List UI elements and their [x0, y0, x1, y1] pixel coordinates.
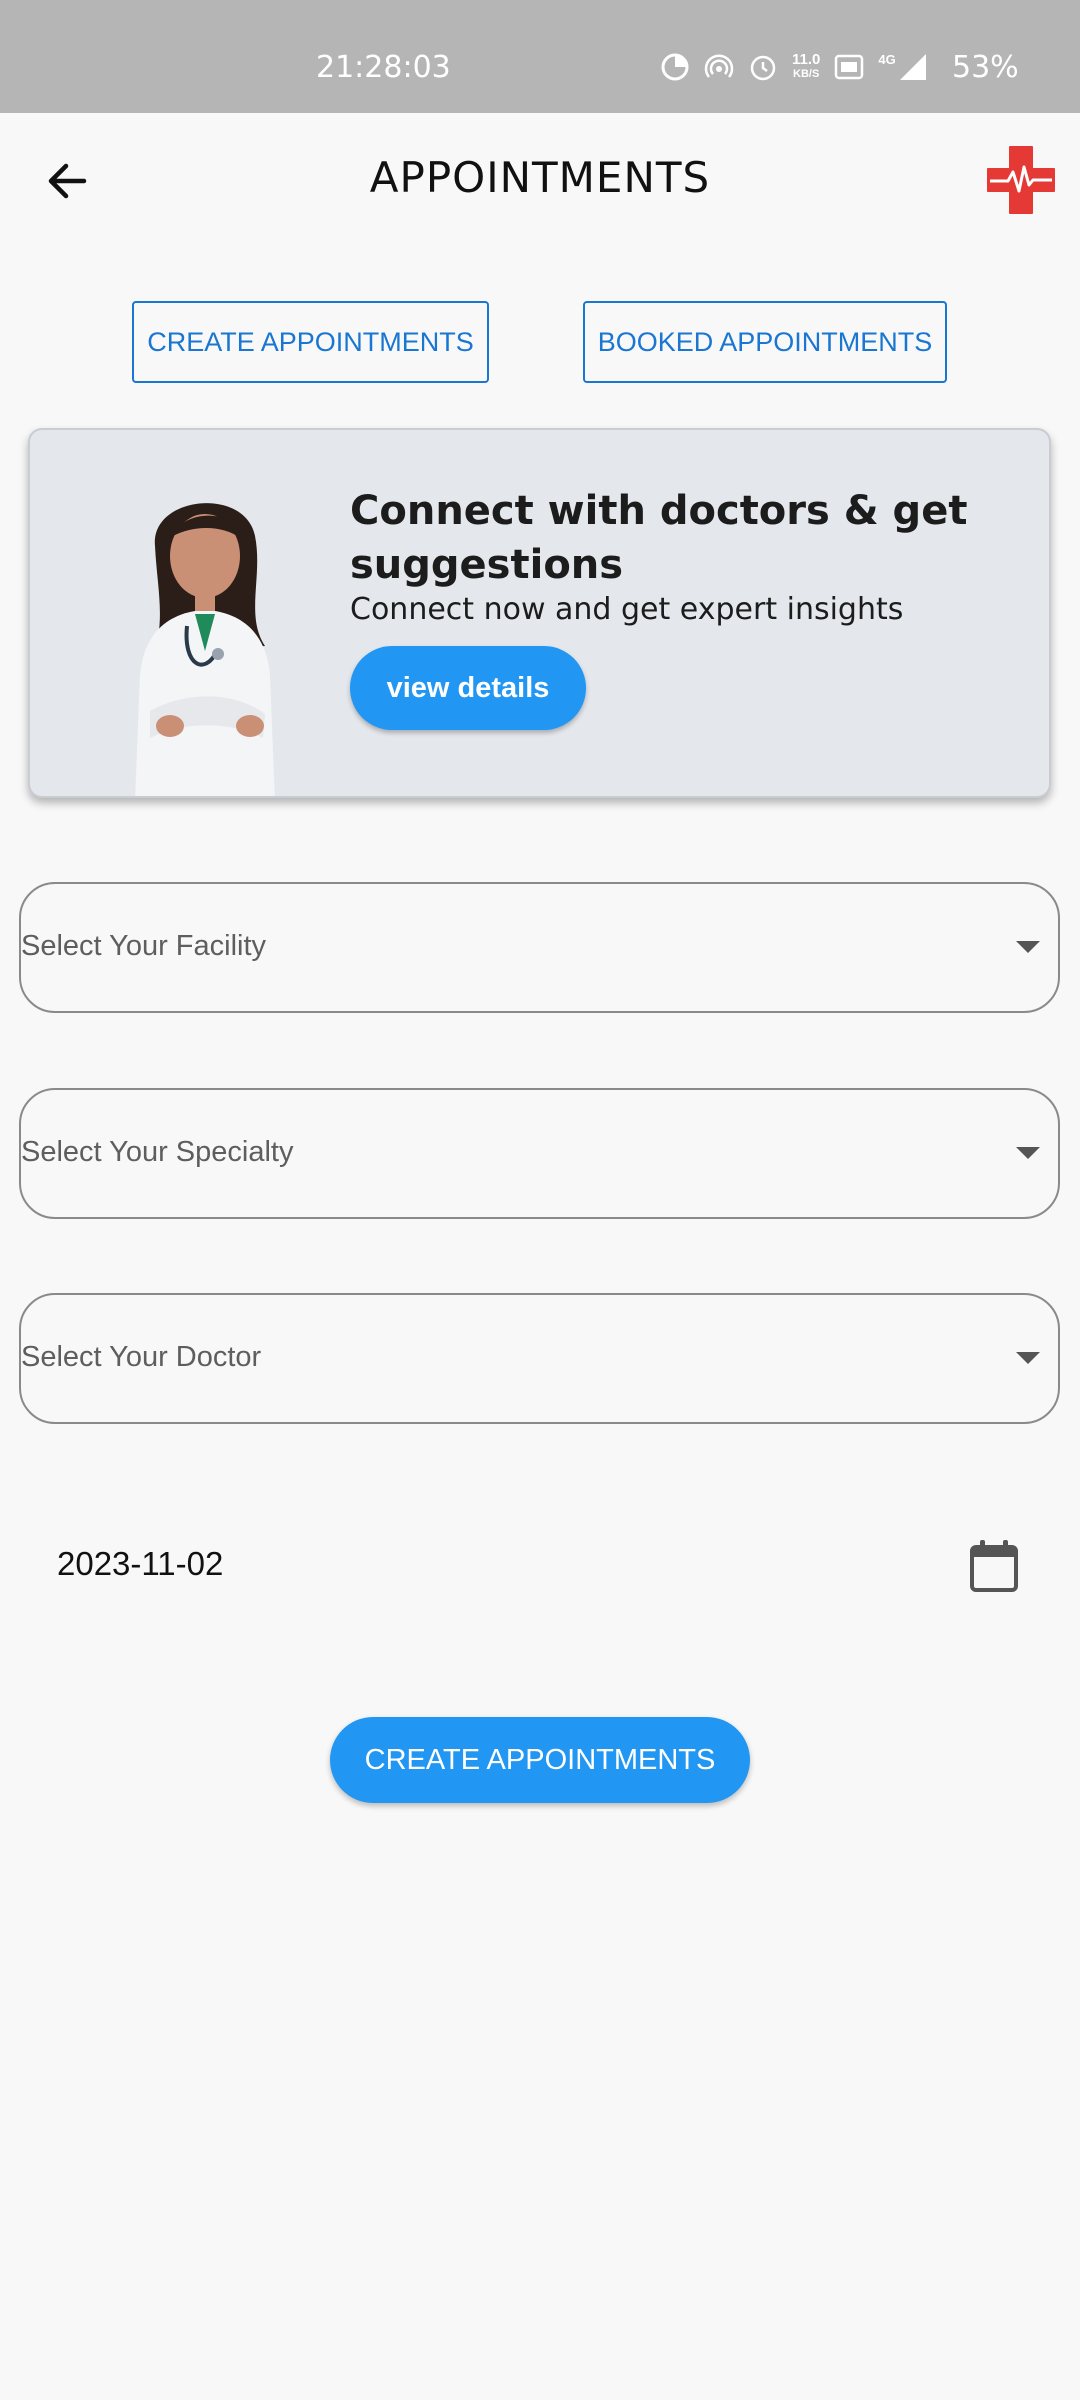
- signal-bars-icon: [899, 54, 926, 80]
- page-title: APPOINTMENTS: [369, 153, 711, 202]
- specialty-dropdown[interactable]: Select Your Specialty: [19, 1088, 1060, 1219]
- calendar-icon[interactable]: [967, 1538, 1021, 1594]
- data-saver-icon: [661, 53, 689, 81]
- network-speed-icon: 11.0 KB/S: [792, 51, 821, 81]
- doctor-illustration: [135, 503, 275, 796]
- status-bar: 21:28:03 11.0 KB/S 4G 53%: [0, 0, 1080, 113]
- network-type-label: 4G: [878, 52, 896, 67]
- view-details-button[interactable]: view details: [350, 646, 586, 730]
- booked-appointments-tab[interactable]: BOOKED APPOINTMENTS: [583, 301, 947, 383]
- hotspot-icon: [704, 54, 734, 78]
- dropdown-arrow-icon: [1016, 1147, 1040, 1159]
- app-bar: APPOINTMENTS: [0, 113, 1080, 245]
- status-time: 21:28:03: [316, 50, 451, 85]
- create-appointments-tab[interactable]: CREATE APPOINTMENTS: [132, 301, 489, 383]
- volte-icon: [835, 54, 864, 80]
- dropdown-arrow-icon: [1016, 941, 1040, 953]
- network-speed-unit: KB/S: [793, 68, 820, 80]
- battery-percentage: 53%: [952, 50, 1019, 85]
- medical-cross-logo-icon: [987, 146, 1055, 214]
- create-appointment-button[interactable]: CREATE APPOINTMENTS: [330, 1717, 750, 1803]
- date-value: 2023-11-02: [57, 1545, 224, 1582]
- alarm-icon: [750, 55, 776, 81]
- facility-dropdown[interactable]: Select Your Facility: [19, 882, 1060, 1013]
- signal-4g-icon: 4G: [878, 52, 927, 82]
- facility-placeholder: Select Your Facility: [21, 930, 267, 962]
- status-icons: 11.0 KB/S 4G: [660, 52, 928, 82]
- promo-subtitle: Connect now and get expert insights: [350, 592, 904, 627]
- doctor-dropdown[interactable]: Select Your Doctor: [19, 1293, 1060, 1424]
- specialty-placeholder: Select Your Specialty: [21, 1136, 294, 1168]
- doctor-placeholder: Select Your Doctor: [21, 1341, 262, 1373]
- promo-card: Connect with doctors & get suggestions C…: [28, 428, 1051, 798]
- promo-title: Connect with doctors & get suggestions: [350, 488, 968, 588]
- network-speed-value: 11.0: [792, 51, 821, 68]
- dropdown-arrow-icon: [1016, 1352, 1040, 1364]
- date-picker-row[interactable]: 2023-11-02: [0, 1520, 1080, 1610]
